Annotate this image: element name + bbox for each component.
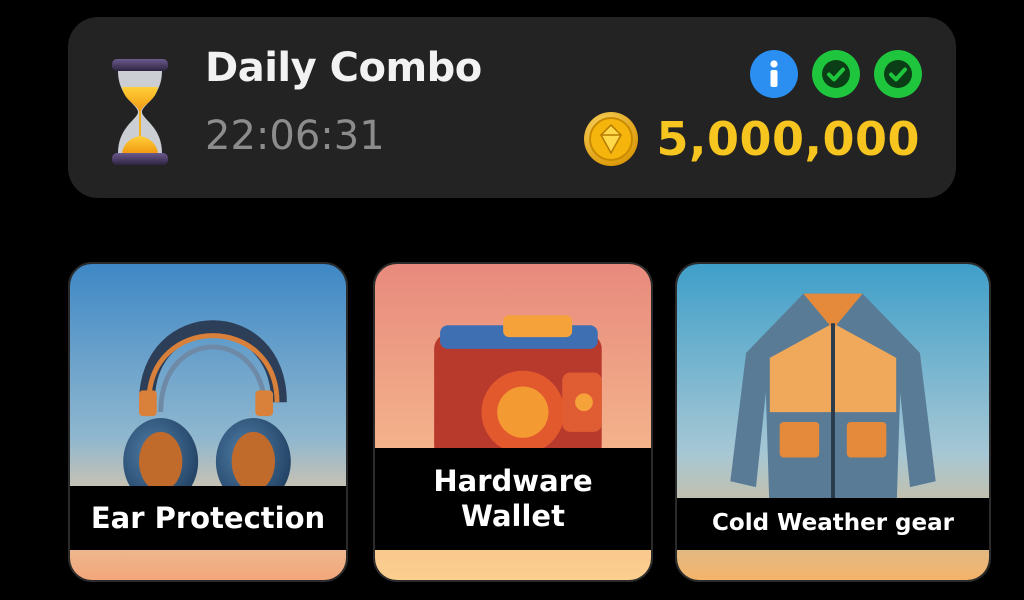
- combo-status-badges: [750, 50, 922, 98]
- card-label: Ear Protection: [70, 486, 346, 550]
- combo-card-ear-protection[interactable]: Ear Protection: [68, 262, 348, 582]
- daily-combo-title: Daily Combo: [205, 45, 482, 91]
- hourglass-icon: [112, 59, 168, 165]
- countdown-timer: 22:06:31: [205, 113, 385, 159]
- combo-reward: 5,000,000: [583, 111, 921, 167]
- daily-combo-screen: Daily Combo 22:06:31 5,000,000 Ear Prote…: [0, 0, 1024, 600]
- gold-coin-icon: [583, 112, 638, 166]
- card-label: Hardware Wallet: [375, 448, 651, 550]
- card-label: Cold Weather gear: [677, 498, 989, 550]
- daily-combo-card: Daily Combo 22:06:31 5,000,000: [68, 17, 956, 198]
- info-icon[interactable]: [750, 50, 798, 98]
- check-icon: [812, 50, 860, 98]
- combo-card-cold-weather-gear[interactable]: Cold Weather gear: [675, 262, 991, 582]
- combo-card-hardware-wallet[interactable]: Hardware Wallet: [373, 262, 653, 582]
- reward-amount: 5,000,000: [656, 112, 920, 166]
- check-icon: [874, 50, 922, 98]
